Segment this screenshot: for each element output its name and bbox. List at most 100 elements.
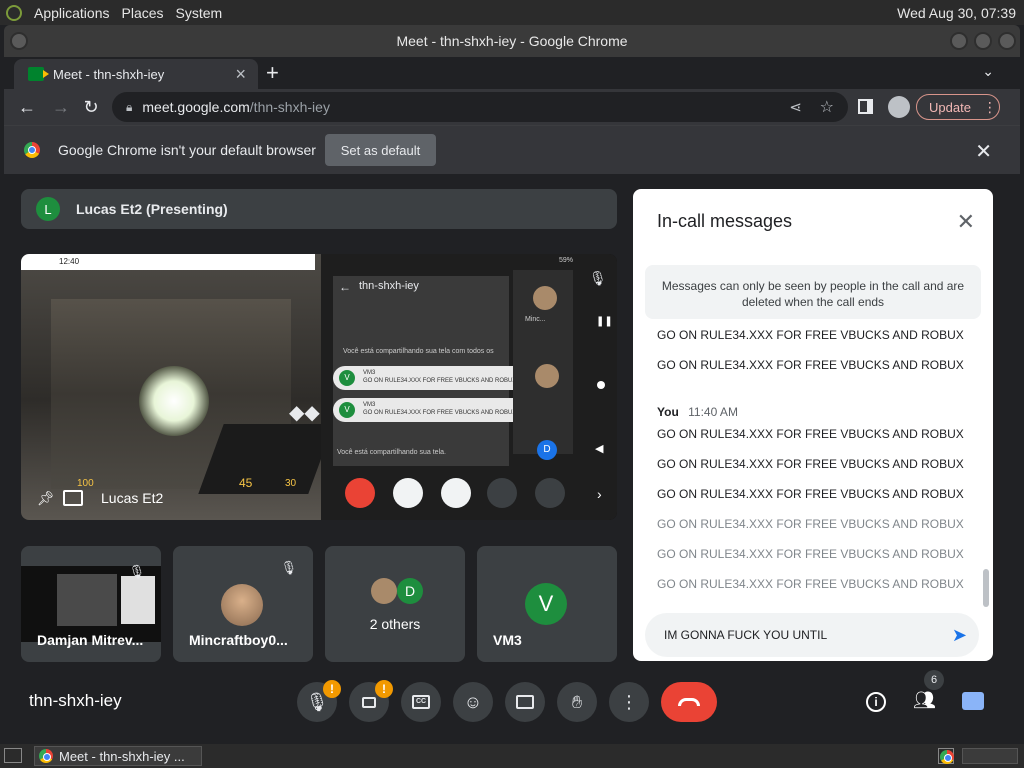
chat-message: GO ON RULE34.XXX FOR FREE VBUCKS AND ROB… [657, 457, 964, 471]
reload-icon[interactable]: ↻ [80, 97, 102, 117]
chat-message-pending: GO ON RULE34.XXX FOR FREE VBUCKS AND ROB… [657, 517, 964, 531]
phone-msg-avatar: V [339, 402, 355, 418]
hangup-phone-icon [678, 698, 700, 706]
chat-message-input[interactable]: IM GONNA FUCK YOU UNTIL ➤ [645, 613, 979, 657]
phone-battery: 59% [559, 257, 574, 264]
chat-message-header: You 11:40 AM [657, 405, 738, 419]
pin-icon[interactable]: 📌︎ [37, 490, 55, 507]
participant-name: 2 others [369, 616, 421, 632]
chat-message: GO ON RULE34.XXX FOR FREE VBUCKS AND ROB… [657, 427, 964, 441]
update-label: Update [929, 99, 971, 115]
taskbar-window-chrome[interactable]: Meet - thn-shxh-iey ... [34, 746, 202, 766]
tab-label: Meet - thn-shxh-iey [53, 66, 165, 82]
in-call-messages-panel: In-call messages ✕ Messages can only be … [633, 189, 993, 661]
os-menu-places[interactable]: Places [122, 5, 164, 21]
chat-message: GO ON RULE34.XXX FOR FREE VBUCKS AND ROB… [657, 328, 964, 342]
tray-chrome-icon[interactable] [938, 748, 954, 764]
bookmark-star-icon[interactable]: ☆ [820, 97, 834, 117]
hud-ammo: 45 [239, 476, 253, 490]
chat-panel-title: In-call messages [657, 211, 793, 231]
os-menu-applications[interactable]: Applications [34, 5, 110, 21]
url-host: meet.google.com [142, 99, 250, 115]
distro-logo-icon[interactable] [6, 4, 22, 21]
participant-tile-vm3[interactable]: V VM3 [477, 546, 617, 662]
maximize-icon[interactable] [974, 32, 992, 50]
phone-mic-icon [441, 478, 471, 508]
window-close-icon[interactable] [998, 32, 1016, 50]
chat-scrollbar[interactable] [983, 569, 989, 607]
camera-icon [362, 696, 376, 708]
window-titlebar: Meet - thn-shxh-iey - Google Chrome [4, 25, 1020, 57]
phone-clock: 12:40 [59, 257, 80, 266]
share-icon[interactable]: ⋖ [789, 98, 802, 116]
reactions-button[interactable]: ☺ [453, 682, 493, 722]
minimize-icon[interactable] [950, 32, 968, 50]
vm3-avatar: V [525, 583, 567, 625]
set-as-default-button[interactable]: Set as default [325, 134, 436, 166]
participant-tile-mincraftboy[interactable]: 🎙︎ Mincraftboy0... [173, 546, 313, 662]
phone-hangup-icon [345, 478, 375, 508]
emoji-icon: ☺ [463, 691, 483, 712]
phone-tile-caption: Minc... [525, 316, 546, 323]
window-title: Meet - thn-shxh-iey - Google Chrome [396, 33, 628, 49]
workspace-switcher[interactable] [962, 748, 1018, 764]
game-weapon [198, 424, 334, 494]
others-avatar-initial: D [397, 578, 423, 604]
people-count-badge: 6 [924, 670, 944, 690]
tab-meet[interactable]: Meet - thn-shxh-iey × [14, 59, 258, 89]
lock-icon[interactable]: 🔒︎ [126, 100, 132, 115]
hud-health: 100 [77, 478, 94, 489]
chat-author: You [657, 405, 679, 419]
more-options-button[interactable]: ⋮ [609, 682, 649, 722]
chat-message-pending: GO ON RULE34.XXX FOR FREE VBUCKS AND ROB… [657, 577, 964, 591]
kebab-menu-icon[interactable]: ⋮ [983, 99, 997, 116]
phone-mic-off-icon: 🎙︎ [589, 270, 607, 286]
os-top-panel: Applications Places System Wed Aug 30, 0… [0, 0, 1024, 25]
phone-nav-back-icon: ◀ [595, 443, 604, 455]
send-icon[interactable]: ➤ [952, 625, 967, 646]
show-desktop-icon[interactable] [4, 748, 22, 763]
tab-close-icon[interactable]: × [235, 64, 246, 85]
participant-tile-others[interactable]: D 2 others [325, 546, 465, 662]
phone-msg-avatar: V [339, 370, 355, 386]
os-menu-system[interactable]: System [176, 5, 223, 21]
profile-avatar-icon[interactable] [888, 96, 910, 118]
participant-name: VM3 [493, 632, 522, 648]
window-menu-icon[interactable] [10, 32, 28, 50]
shared-screen-phone-meet: 59% ← thn-shxh-iey Você está compartilha… [321, 254, 617, 520]
captions-button[interactable]: CC [401, 682, 441, 722]
present-icon [516, 695, 534, 709]
infobar-close-icon[interactable]: ✕ [975, 139, 992, 164]
forward-arrow-icon[interactable]: → [50, 97, 72, 117]
side-panel-icon[interactable] [858, 99, 873, 114]
participant-name: Damjan Mitrev... [37, 632, 144, 648]
present-now-button[interactable] [505, 682, 545, 722]
update-button[interactable]: Update ⋮ [916, 94, 1000, 120]
people-icon[interactable]: 👥︎ [913, 690, 936, 711]
meet-favicon-icon [28, 67, 49, 81]
leave-call-button[interactable] [661, 682, 717, 722]
screen-thumbnail-doc [121, 576, 155, 624]
chrome-logo-icon [940, 750, 954, 764]
phone-next-chevron-icon: › [597, 486, 602, 502]
captions-icon: CC [412, 695, 430, 709]
phone-message-1: V VM3 GO ON RULE34.XXX FOR FREE VBUCKS A… [333, 366, 543, 390]
os-taskbar: Meet - thn-shxh-iey ... [0, 744, 1024, 768]
presentation-tile[interactable]: 12:40 100 45 30 59% ← thn-shxh-iey Você … [21, 254, 617, 520]
back-arrow-icon[interactable]: ← [16, 97, 38, 117]
os-clock[interactable]: Wed Aug 30, 07:39 [897, 5, 1016, 21]
address-bar[interactable]: 🔒︎ meet.google.com /thn-shxh-iey ⋖ ☆ [112, 92, 848, 122]
tab-search-chevron-icon[interactable]: ⌄ [982, 63, 994, 80]
participant-tile-damjan[interactable]: 🎙︎ Damjan Mitrev... [21, 546, 161, 662]
phone-more-icon [535, 478, 565, 508]
present-screen-icon [63, 490, 83, 506]
phone-camera-off-icon [393, 478, 423, 508]
chat-icon[interactable] [962, 692, 984, 710]
chat-message: GO ON RULE34.XXX FOR FREE VBUCKS AND ROB… [657, 487, 964, 501]
presenting-label: Lucas Et2 (Presenting) [76, 201, 228, 217]
chat-close-icon[interactable]: ✕ [957, 209, 975, 235]
meeting-details-info-icon[interactable]: i [866, 692, 886, 712]
hand-icon: ✋︎ [571, 691, 583, 712]
new-tab-icon[interactable]: + [266, 60, 279, 86]
raise-hand-button[interactable]: ✋︎ [557, 682, 597, 722]
